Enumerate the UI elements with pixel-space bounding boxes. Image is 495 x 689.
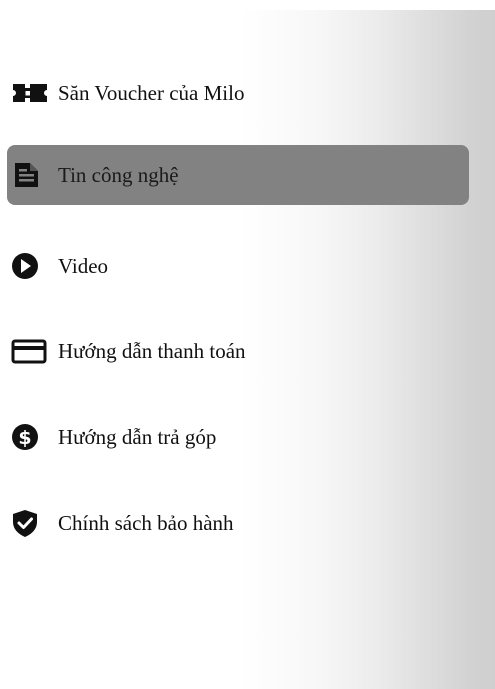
- menu-item-tech-news[interactable]: Tin công nghệ: [7, 145, 469, 205]
- menu-item-warranty-policy[interactable]: Chính sách bảo hành: [7, 493, 469, 553]
- svg-text:$: $: [18, 427, 31, 449]
- menu-item-label: Tin công nghệ: [58, 162, 179, 187]
- menu-item-label: Video: [58, 253, 109, 278]
- shield-check-icon: [10, 508, 50, 538]
- dollar-circle-icon: $: [10, 422, 50, 452]
- side-menu: Săn Voucher của Milo Tin công nghệ Video: [0, 0, 495, 689]
- ticket-icon: [10, 78, 50, 108]
- article-icon: [10, 160, 50, 190]
- menu-item-label: Hướng dẫn thanh toán: [58, 338, 246, 363]
- menu-item-label: Hướng dẫn trả góp: [58, 424, 217, 449]
- menu-item-voucher[interactable]: Săn Voucher của Milo: [7, 63, 469, 123]
- menu-item-video[interactable]: Video: [7, 236, 469, 296]
- menu-item-payment-guide[interactable]: Hướng dẫn thanh toán: [7, 321, 469, 381]
- credit-card-icon: [10, 336, 50, 366]
- menu-item-label: Chính sách bảo hành: [58, 510, 234, 535]
- menu-item-installment-guide[interactable]: $ Hướng dẫn trả góp: [7, 407, 469, 467]
- play-circle-icon: [10, 251, 50, 281]
- menu-item-label: Săn Voucher của Milo: [58, 80, 245, 105]
